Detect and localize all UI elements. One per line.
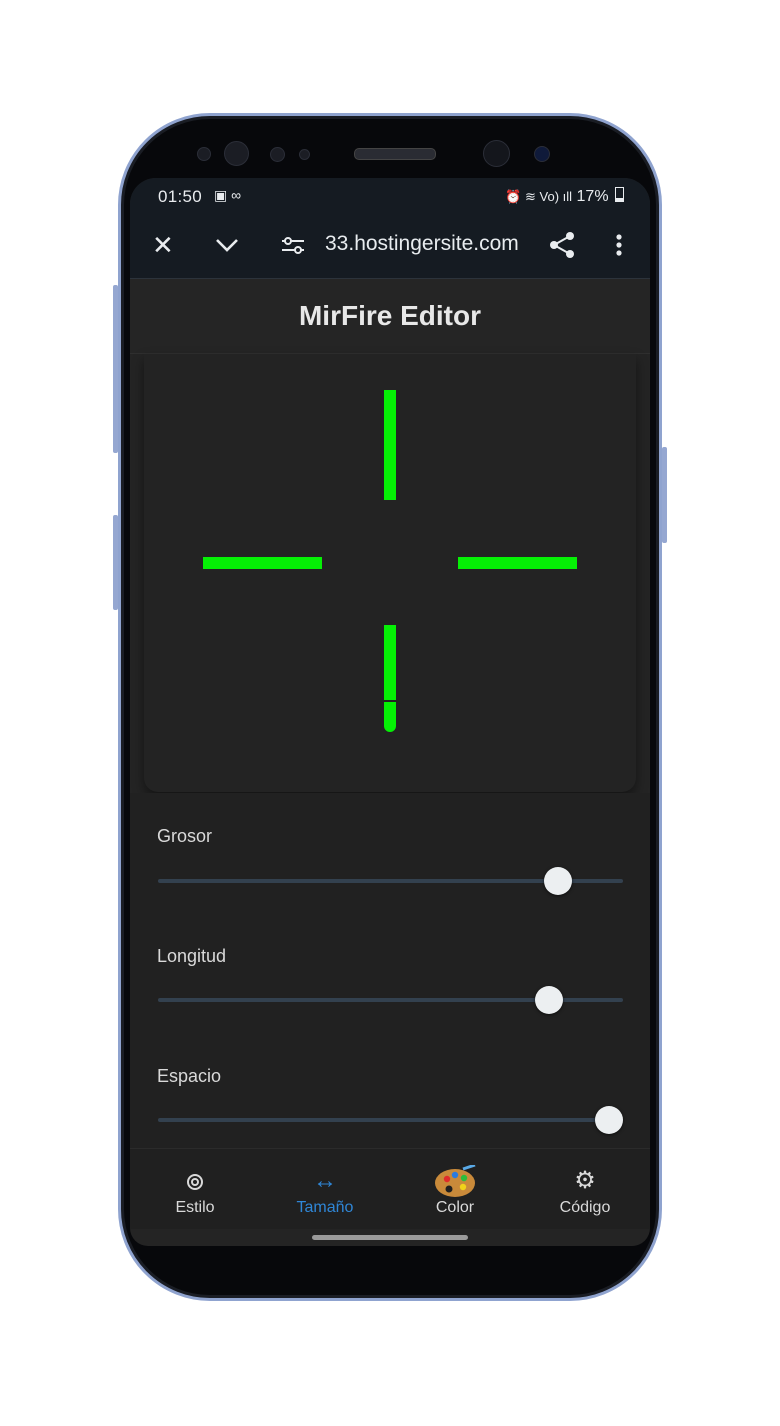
battery-level: 17%: [576, 188, 609, 205]
screen: 01:50 ▣ ∞ ⏰ ≋ Vo) ıll 17% ✕ 33.hostinger…: [130, 178, 650, 1246]
nav-tamano[interactable]: ↔ Tamaño: [260, 1149, 390, 1229]
resize-arrows-icon: ↔: [313, 1167, 337, 1194]
sensor-dot: [197, 147, 211, 161]
status-bar: 01:50 ▣ ∞ ⏰ ≋ Vo) ıll 17%: [130, 178, 650, 218]
nav-tamano-label: Tamaño: [296, 1199, 354, 1216]
nav-codigo[interactable]: ⚙ Código: [520, 1149, 650, 1229]
status-time: 01:50: [158, 187, 203, 206]
home-indicator[interactable]: [312, 1235, 468, 1240]
proximity-sensor: [224, 141, 249, 166]
nav-estilo-label: Estilo: [175, 1199, 215, 1216]
close-icon[interactable]: ✕: [152, 230, 174, 260]
gear-icon: ⚙: [574, 1167, 596, 1194]
crosshair-top-line: [384, 390, 396, 500]
palette-icon: [390, 1163, 520, 1197]
espacio-slider-thumb[interactable]: [595, 1106, 624, 1134]
share-icon[interactable]: [548, 230, 576, 266]
page-title: MirFire Editor: [298, 300, 481, 331]
battery-icon: [615, 187, 624, 202]
power-button: [662, 447, 667, 543]
grosor-slider[interactable]: [158, 867, 623, 895]
chevron-down-icon[interactable]: [214, 230, 240, 266]
espacio-label: Espacio: [157, 1066, 222, 1086]
nav-codigo-label: Código: [559, 1199, 611, 1216]
app-header: MirFire Editor: [130, 279, 650, 354]
crosshair-preview: [144, 354, 636, 792]
volume-up-button: [113, 285, 118, 453]
bixby-button: [113, 515, 118, 610]
more-vert-icon[interactable]: [614, 230, 624, 266]
browser-toolbar: ✕ 33.hostingersite.com: [130, 218, 650, 279]
iris-sensor: [534, 146, 550, 162]
status-icons: ⏰ ≋ Vo) ıll: [505, 189, 573, 204]
sensor-dot: [299, 149, 310, 160]
nav-estilo[interactable]: Estilo: [130, 1149, 260, 1229]
nav-color-label: Color: [435, 1199, 475, 1216]
url-text[interactable]: 33.hostingersite.com: [325, 232, 535, 256]
sensor-dot: [270, 147, 285, 162]
grosor-slider-thumb[interactable]: [543, 867, 572, 895]
crosshair-bottom-line: [384, 625, 396, 700]
crosshair-right-line: [458, 557, 577, 569]
size-controls: Grosor Longitud Espacio: [130, 793, 650, 1148]
tune-icon[interactable]: [280, 230, 306, 266]
crosshair-left-line: [203, 557, 322, 569]
target-icon: [130, 1165, 260, 1197]
longitud-slider-thumb[interactable]: [534, 986, 563, 1014]
nav-color[interactable]: Color: [390, 1149, 520, 1229]
crosshair-bottom-tip: [384, 702, 396, 732]
grosor-label: Grosor: [157, 826, 213, 846]
notification-icons: ▣ ∞: [214, 187, 242, 203]
longitud-label: Longitud: [157, 946, 227, 966]
longitud-slider[interactable]: [158, 986, 623, 1014]
earpiece-speaker: [354, 148, 436, 160]
status-right: ⏰ ≋ Vo) ıll 17%: [505, 187, 624, 206]
front-camera: [483, 140, 510, 167]
espacio-slider[interactable]: [158, 1106, 624, 1134]
bottom-nav: Estilo ↔ Tamaño Color ⚙ Código: [130, 1148, 650, 1229]
